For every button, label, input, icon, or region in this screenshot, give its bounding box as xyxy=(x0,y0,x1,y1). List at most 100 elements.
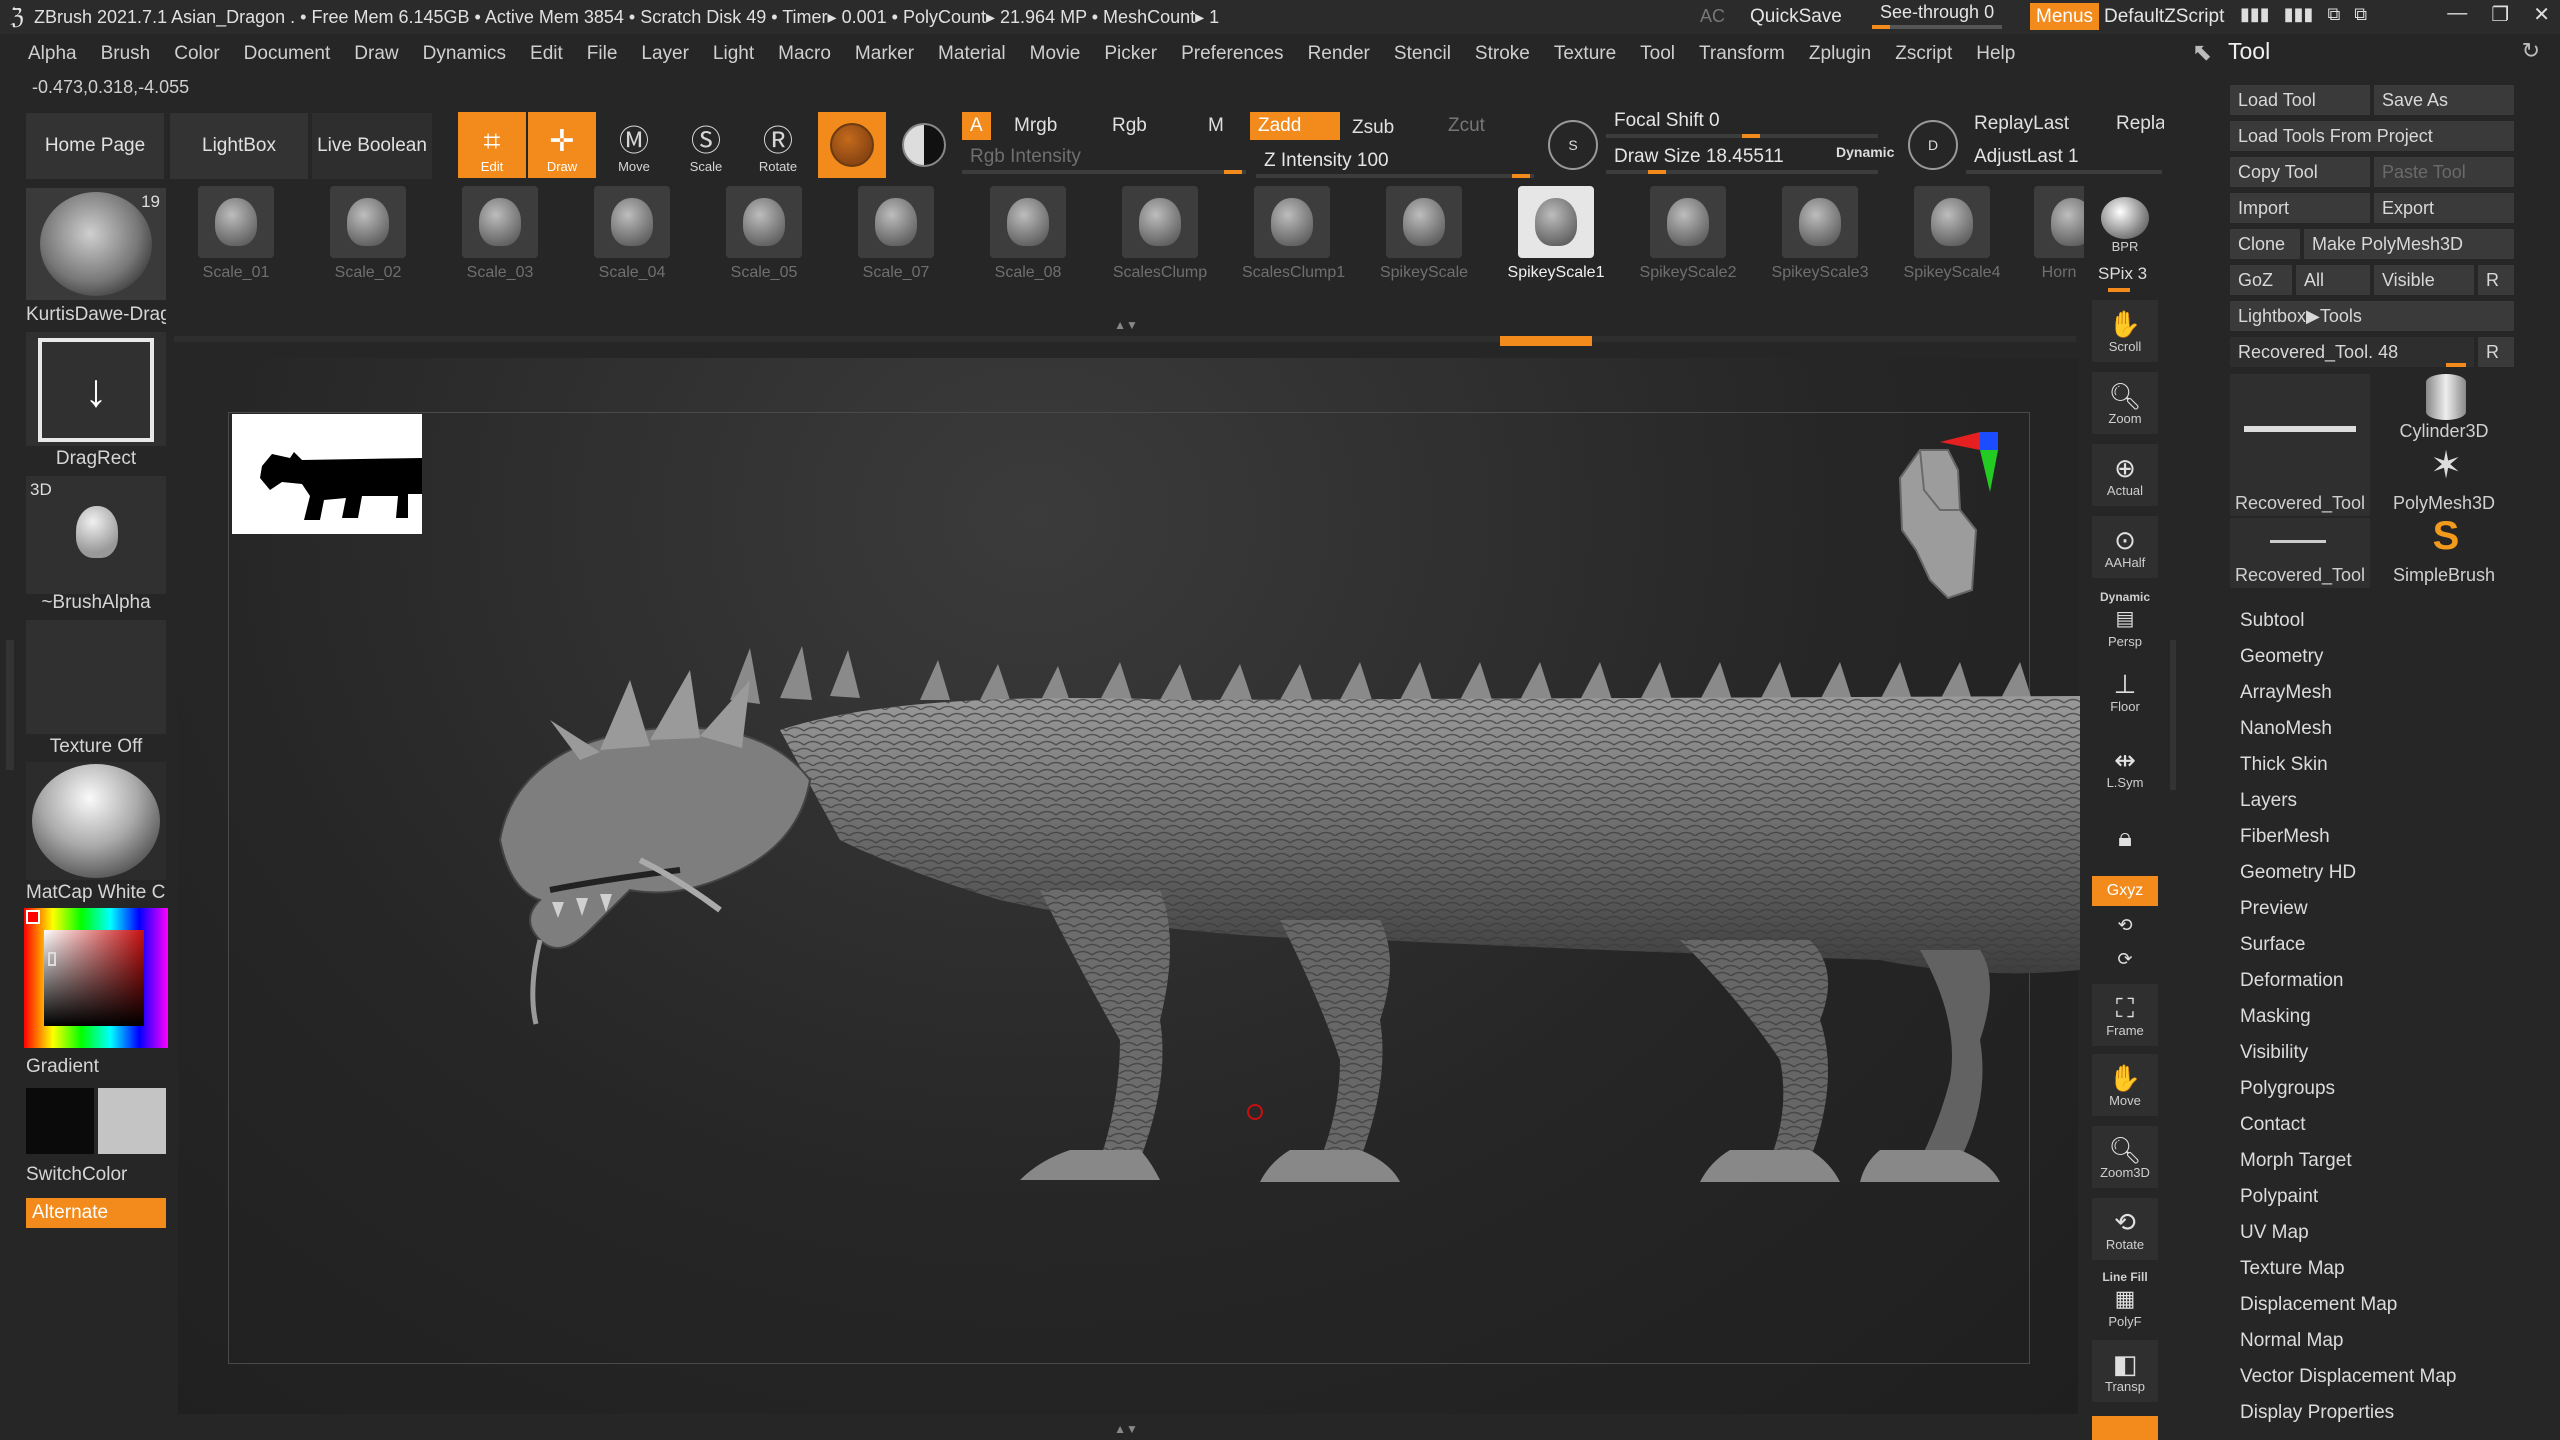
menu-picker[interactable]: Picker xyxy=(1104,43,1157,65)
right-tray-collapse-handle[interactable] xyxy=(2170,640,2176,790)
subpalette-display-properties[interactable]: Display Properties xyxy=(2240,1402,2394,1424)
bottom-shelf-handle-icon[interactable]: ▲▼ xyxy=(1030,1423,1222,1435)
subpalette-arraymesh[interactable]: ArrayMesh xyxy=(2240,682,2332,704)
menu-stencil[interactable]: Stencil xyxy=(1394,43,1451,65)
adjust-last-slider[interactable]: AdjustLast 1 xyxy=(1966,144,2162,174)
subpalette-fibermesh[interactable]: FiberMesh xyxy=(2240,826,2330,848)
tool-thumb-recovered-tool-2[interactable]: Recovered_Tool xyxy=(2230,518,2370,588)
zsub-toggle[interactable]: Zsub xyxy=(1344,114,1402,142)
subpalette-polypaint[interactable]: Polypaint xyxy=(2240,1186,2318,1208)
goz-all-button[interactable]: All xyxy=(2296,265,2370,295)
menu-macro[interactable]: Macro xyxy=(778,43,831,65)
brush-thumb[interactable]: ScalesClump1 xyxy=(1242,186,1345,292)
menu-light[interactable]: Light xyxy=(713,43,754,65)
subpalette-contact[interactable]: Contact xyxy=(2240,1114,2305,1136)
actual-button[interactable]: ⊕ Actual xyxy=(2092,444,2158,506)
tool-thumb-polymesh3d[interactable]: ✶ PolyMesh3D xyxy=(2374,446,2514,516)
default-zscript-button[interactable]: DefaultZScript xyxy=(2104,6,2224,28)
rotate-view-button[interactable]: ⟲ Rotate xyxy=(2092,1198,2158,1260)
rgb-toggle[interactable]: Rgb xyxy=(1104,112,1155,140)
alternate-button[interactable]: Alternate xyxy=(26,1198,166,1228)
color-sphere-button[interactable] xyxy=(890,112,958,178)
menu-zscript[interactable]: Zscript xyxy=(1895,43,1952,65)
menu-brush[interactable]: Brush xyxy=(101,43,151,65)
brush-thumb[interactable]: Scale_04 xyxy=(582,186,682,292)
secondary-color-box[interactable] xyxy=(98,1088,166,1154)
spix-slider[interactable]: SPix 3 xyxy=(2098,264,2147,284)
main-color-box[interactable] xyxy=(26,1088,94,1154)
recovered-tool-slider[interactable]: Recovered_Tool. 48 xyxy=(2230,337,2474,367)
transparency-button[interactable]: ◧ Transp xyxy=(2092,1340,2158,1402)
subpalette-deformation[interactable]: Deformation xyxy=(2240,970,2344,992)
make-polymesh3d-button[interactable]: Make PolyMesh3D xyxy=(2304,229,2514,259)
dynamic-toggle[interactable]: Dynamic xyxy=(1836,144,1894,160)
paste-tool-button[interactable]: Paste Tool xyxy=(2374,157,2514,187)
brush-thumb[interactable]: Horn xyxy=(2034,186,2084,292)
brush-thumb[interactable]: Scale_08 xyxy=(978,186,1078,292)
subpalette-uv-map[interactable]: UV Map xyxy=(2240,1222,2309,1244)
color-saturation-square[interactable] xyxy=(44,930,144,1026)
goz-visible-button[interactable]: Visible xyxy=(2374,265,2474,295)
brush-thumb[interactable]: Scale_03 xyxy=(450,186,550,292)
switch-color-button[interactable]: SwitchColor xyxy=(26,1164,127,1186)
menu-stroke[interactable]: Stroke xyxy=(1475,43,1530,65)
tool-thumb-simplebrush[interactable]: S SimpleBrush xyxy=(2374,514,2514,588)
goz-button[interactable]: GoZ xyxy=(2230,265,2292,295)
mrgb-toggle[interactable]: Mrgb xyxy=(1006,112,1065,140)
menu-file[interactable]: File xyxy=(587,43,618,65)
clone-button[interactable]: Clone xyxy=(2230,229,2300,259)
local-symmetry-button[interactable]: ⇹ L.Sym xyxy=(2092,736,2158,798)
menu-edit[interactable]: Edit xyxy=(530,43,563,65)
move-view-button[interactable]: ✋ Move xyxy=(2092,1054,2158,1116)
layout-icon[interactable]: ⧉ xyxy=(2327,4,2340,25)
brush-thumb[interactable]: SpikeyScale1 xyxy=(1506,186,1606,292)
polyframe-button[interactable]: Line Fill ▦ PolyF xyxy=(2092,1268,2158,1330)
menu-marker[interactable]: Marker xyxy=(855,43,914,65)
stroke-thumbnail[interactable]: ↓ xyxy=(26,332,166,446)
live-boolean-button[interactable]: Live Boolean xyxy=(312,113,432,179)
see-through-slider[interactable]: See-through 0 xyxy=(1872,2,2012,29)
navigator-thumbnail[interactable] xyxy=(232,414,422,534)
replace-button[interactable]: Repla xyxy=(2108,110,2164,138)
menu-help[interactable]: Help xyxy=(1976,43,2015,65)
brush-thumb[interactable]: Scale_05 xyxy=(714,186,814,292)
xyz-symmetry-button[interactable]: Gxyz xyxy=(2092,876,2158,906)
a-toggle[interactable]: A xyxy=(962,112,991,140)
reset-icon[interactable]: ↻ xyxy=(2522,38,2540,64)
brush-thumb[interactable]: Scale_01 xyxy=(186,186,286,292)
import-button[interactable]: Import xyxy=(2230,193,2370,223)
zoom3d-button[interactable]: 🔍︎ Zoom3D xyxy=(2092,1126,2158,1188)
spot-s-icon[interactable]: S xyxy=(1548,120,1598,170)
menu-layer[interactable]: Layer xyxy=(641,43,689,65)
menu-render[interactable]: Render xyxy=(1308,43,1370,65)
aahalf-button[interactable]: ⊙ AAHalf xyxy=(2092,516,2158,578)
draw-mode-button[interactable]: ✛ Draw xyxy=(528,112,596,178)
left-tray-collapse-handle[interactable] xyxy=(6,640,14,770)
restore-icon[interactable]: ❐ xyxy=(2491,2,2509,27)
perspective-button[interactable]: Dynamic ▤ Persp xyxy=(2092,588,2158,650)
export-button[interactable]: Export xyxy=(2374,193,2514,223)
brush-thumb[interactable]: SpikeyScale4 xyxy=(1902,186,2002,292)
copy-tool-button[interactable]: Copy Tool xyxy=(2230,157,2370,187)
tool-thumb-cylinder3d[interactable]: Cylinder3D xyxy=(2374,374,2514,444)
subpalette-morph-target[interactable]: Morph Target xyxy=(2240,1150,2352,1172)
floor-button[interactable]: ⊥ Floor xyxy=(2092,660,2158,722)
lightbox-tools-button[interactable]: Lightbox▶Tools xyxy=(2230,301,2514,331)
replay-last-button[interactable]: ReplayLast xyxy=(1966,110,2077,138)
material-thumbnail[interactable] xyxy=(26,762,166,880)
color-picker[interactable] xyxy=(24,908,168,1048)
ghost-button[interactable] xyxy=(2092,1416,2158,1440)
edit-mode-button[interactable]: ⌗ Edit xyxy=(458,112,526,178)
m-toggle[interactable]: M xyxy=(1200,112,1232,140)
rotate-y-button[interactable]: ⟲ xyxy=(2092,910,2158,940)
lock-button[interactable]: 🔒︎ xyxy=(2092,806,2158,868)
goz-r-button[interactable]: R xyxy=(2478,265,2514,295)
load-tool-button[interactable]: Load Tool xyxy=(2230,85,2370,115)
subpalette-nanomesh[interactable]: NanoMesh xyxy=(2240,718,2332,740)
interface-layout-icon[interactable]: ▮▮▮ xyxy=(2284,4,2314,25)
rgb-intensity-slider[interactable]: Rgb Intensity xyxy=(962,144,1246,174)
brush-thumb[interactable]: Scale_07 xyxy=(846,186,946,292)
zadd-toggle[interactable]: Zadd xyxy=(1250,112,1340,140)
menus-toggle-button[interactable]: Menus xyxy=(2030,3,2100,30)
subpalette-displacement-map[interactable]: Displacement Map xyxy=(2240,1294,2397,1316)
